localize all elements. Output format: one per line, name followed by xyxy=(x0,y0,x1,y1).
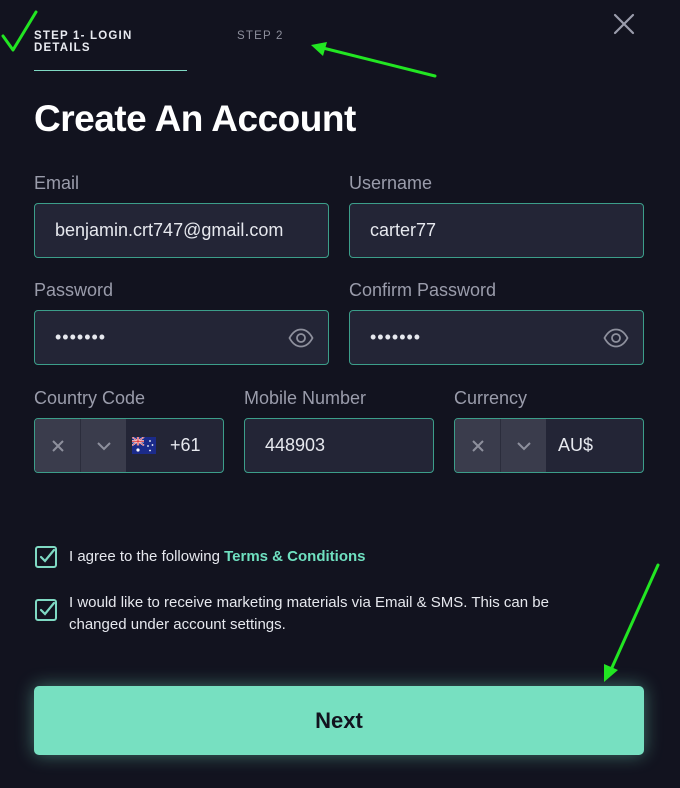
currency-label: Currency xyxy=(454,388,528,408)
email-label: Email xyxy=(34,173,80,193)
clear-icon[interactable] xyxy=(455,419,501,472)
mobile-field[interactable] xyxy=(244,418,434,473)
next-button[interactable]: Next xyxy=(34,686,644,755)
close-icon[interactable] xyxy=(612,12,636,36)
confirm-password-label: Confirm Password xyxy=(349,280,497,300)
tab-step-2[interactable]: STEP 2 xyxy=(237,30,284,71)
green-arrow-annotation xyxy=(311,42,437,78)
password-label: Password xyxy=(34,280,114,300)
country-code-select[interactable]: +61 xyxy=(34,418,224,473)
confirm-password-field[interactable]: ••••••• xyxy=(349,310,644,365)
chevron-down-icon[interactable] xyxy=(81,419,126,472)
currency-value: AU$ xyxy=(558,435,594,455)
clear-icon[interactable] xyxy=(35,419,81,472)
terms-prefix: I agree to the following xyxy=(69,548,225,565)
password-field[interactable]: ••••••• xyxy=(34,310,329,365)
terms-link[interactable]: Terms & Conditions xyxy=(224,548,365,565)
username-field[interactable] xyxy=(349,203,644,258)
chevron-down-icon[interactable] xyxy=(501,419,546,472)
terms-row: I agree to the following Terms & Conditi… xyxy=(34,545,629,569)
terms-text: I agree to the following Terms & Conditi… xyxy=(69,545,629,568)
marketing-checkbox[interactable] xyxy=(34,598,58,622)
email-input[interactable] xyxy=(35,220,328,241)
username-label: Username xyxy=(349,173,433,193)
mobile-label: Mobile Number xyxy=(244,388,367,408)
terms-checkbox[interactable] xyxy=(34,545,58,569)
country-code-text: +61 xyxy=(170,435,201,455)
email-field[interactable] xyxy=(34,203,329,258)
page-title: Create An Account xyxy=(34,98,356,139)
currency-select[interactable]: AU$ xyxy=(454,418,644,473)
confirm-password-value[interactable]: ••••••• xyxy=(350,327,643,348)
step-tabs: STEP 1- LOGIN DETAILS STEP 2 xyxy=(34,30,284,71)
password-value[interactable]: ••••••• xyxy=(35,327,328,348)
username-input[interactable] xyxy=(350,220,643,241)
country-code-value: +61 xyxy=(126,435,201,456)
country-code-label: Country Code xyxy=(34,388,146,408)
tab-step-1[interactable]: STEP 1- LOGIN DETAILS xyxy=(34,30,187,71)
eye-icon[interactable] xyxy=(288,327,314,349)
marketing-row: I would like to receive marketing materi… xyxy=(34,592,609,636)
marketing-text: I would like to receive marketing materi… xyxy=(69,594,549,633)
australia-flag-icon xyxy=(132,437,156,454)
mobile-input[interactable] xyxy=(245,435,433,456)
eye-icon[interactable] xyxy=(603,327,629,349)
